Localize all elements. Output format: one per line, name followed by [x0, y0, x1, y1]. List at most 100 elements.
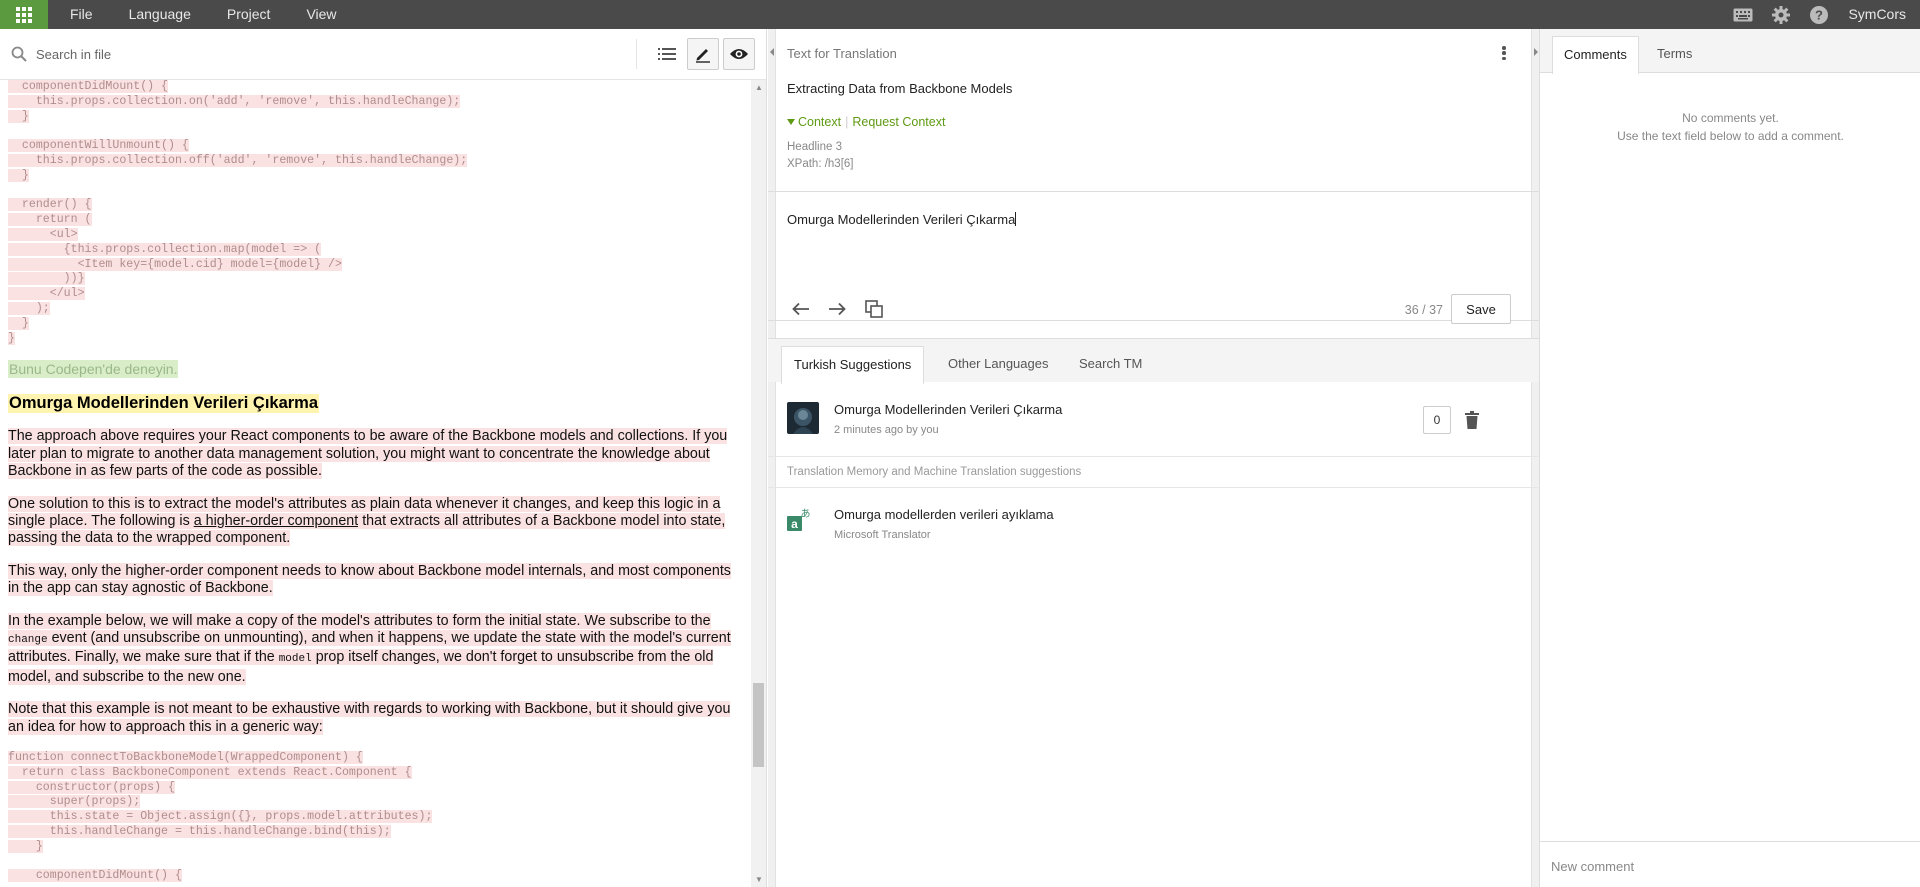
translation-text[interactable]: Omurga Modellerinden Verileri Çıkarma — [787, 212, 1017, 227]
mt-suggestion-text: Omurga modellerden verileri ayıklama — [834, 507, 1054, 522]
mt-suggestion-item[interactable]: あa Omurga modellerden verileri ayıklama … — [768, 488, 1539, 558]
code-line: function connectToBackboneModel(WrappedC… — [8, 751, 363, 765]
code-line: render() { — [8, 198, 92, 212]
toolbar-divider — [636, 39, 637, 69]
code-line: } — [8, 109, 29, 123]
suggestion-author: 2 minutes ago by you — [834, 424, 939, 436]
translation-panel: Text for Translation Extracting Data fro… — [768, 29, 1539, 887]
help-button[interactable]: ? — [1800, 0, 1838, 29]
try-codepen-link[interactable]: Bunu Codepen'de deneyin. — [8, 360, 179, 379]
copy-icon — [865, 300, 883, 318]
tab-search-tm[interactable]: Search TM — [1067, 346, 1154, 384]
code-line: } — [8, 316, 29, 330]
code-text[interactable]: componentDidMount() { this.props.collect… — [8, 80, 744, 346]
more-options-button[interactable] — [1499, 44, 1509, 62]
context-xpath: XPath: /h3[6] — [787, 158, 854, 170]
code-line: {this.props.collection.map(model => ( — [8, 242, 322, 256]
save-button[interactable]: Save — [1451, 294, 1511, 324]
code-line: this.handleChange = this.handleChange.bi… — [8, 825, 391, 839]
eye-icon — [730, 49, 748, 59]
code-text[interactable]: function connectToBackboneModel(WrappedC… — [8, 751, 744, 884]
code-line: constructor(props) { — [8, 780, 175, 794]
list-icon — [658, 48, 676, 60]
trash-icon[interactable] — [1465, 411, 1479, 429]
code-line: </ul> — [8, 287, 85, 301]
segment-paragraph[interactable]: In the example below, we will make a cop… — [8, 612, 744, 687]
text-cursor — [1015, 212, 1017, 226]
file-search-bar — [0, 29, 767, 80]
segment-paragraph[interactable]: One solution to this is to extract the m… — [8, 495, 744, 548]
kebab-dot-icon — [1502, 56, 1506, 60]
apps-grid-button[interactable] — [0, 0, 48, 29]
help-icon: ? — [1810, 5, 1829, 24]
separator: | — [845, 115, 849, 129]
segment-heading[interactable]: Omurga Modellerinden Verileri Çıkarma — [8, 394, 320, 414]
main-menu: File Language Project View — [48, 0, 349, 29]
code-line: ); — [8, 301, 50, 315]
request-context-link[interactable]: Request Context — [852, 115, 945, 129]
tab-turkish-suggestions[interactable]: Turkish Suggestions — [781, 346, 925, 384]
document-scrollbar[interactable]: ▲ ▼ — [751, 80, 766, 887]
menu-view[interactable]: View — [282, 0, 348, 29]
preview-mode-button[interactable] — [723, 38, 755, 70]
code-block: componentDidMount() { this.props.collect… — [8, 80, 744, 346]
user-name[interactable]: SymCors — [1838, 0, 1920, 29]
top-bar: File Language Project View ? SymCors — [0, 0, 1920, 29]
tab-comments[interactable]: Comments — [1552, 36, 1639, 74]
new-comment-input[interactable] — [1551, 856, 1901, 876]
vote-count[interactable]: 0 — [1423, 406, 1451, 434]
comments-tabs: Comments Terms — [1540, 29, 1920, 74]
list-view-button[interactable] — [651, 38, 683, 70]
top-right-tools: ? SymCors — [1724, 0, 1920, 29]
svg-text:a: a — [791, 517, 798, 531]
code-block: function connectToBackboneModel(WrappedC… — [8, 751, 744, 884]
code-line: return ( — [8, 213, 92, 227]
mt-provider: Microsoft Translator — [834, 529, 931, 541]
caret-down-icon — [787, 119, 795, 125]
apps-grid-icon — [16, 6, 32, 23]
scroll-up-arrow-icon[interactable]: ▲ — [755, 83, 763, 92]
higher-order-component-link[interactable]: a higher-order component — [194, 513, 359, 529]
translation-nav: 36 / 37 Save — [768, 293, 1539, 337]
tab-terms[interactable]: Terms — [1646, 36, 1703, 74]
search-in-file-input[interactable] — [36, 43, 616, 65]
suggestion-text: Omurga Modellerinden Verileri Çıkarma — [834, 402, 1063, 417]
comments-panel: Comments Terms No comments yet. Use the … — [1539, 29, 1920, 887]
suggestion-tabs: Turkish Suggestions Other Languages Sear… — [768, 338, 1539, 384]
view-tools — [636, 38, 755, 70]
edit-mode-button[interactable] — [687, 38, 719, 70]
code-line: this.props.collection.off('add', 'remove… — [8, 153, 468, 167]
next-string-button[interactable] — [824, 296, 850, 322]
context-row: Context | Request Context — [787, 115, 945, 129]
avatar — [787, 402, 819, 434]
context-type: Headline 3 — [787, 141, 842, 153]
segment-paragraph[interactable]: Note that this example is not meant to b… — [8, 701, 744, 736]
gear-icon — [1772, 5, 1791, 24]
suggestion-item[interactable]: Omurga Modellerinden Verileri Çıkarma 2 … — [768, 382, 1539, 456]
copy-source-button[interactable] — [861, 296, 887, 322]
string-counter: 36 / 37 — [1404, 303, 1443, 317]
settings-button[interactable] — [1762, 0, 1800, 29]
code-line: componentDidMount() { — [8, 80, 169, 93]
menu-file[interactable]: File — [48, 0, 105, 29]
context-toggle[interactable]: Context — [787, 115, 841, 129]
keyboard-shortcuts-button[interactable] — [1724, 0, 1762, 29]
menu-project[interactable]: Project — [203, 0, 283, 29]
segment-paragraph[interactable]: This way, only the higher-order componen… — [8, 562, 744, 598]
code-line: componentWillUnmount() { — [8, 139, 189, 153]
previous-string-button[interactable] — [788, 296, 814, 322]
tab-other-languages[interactable]: Other Languages — [936, 346, 1060, 384]
segment-paragraph[interactable]: The approach above requires your React c… — [8, 428, 744, 480]
menu-language[interactable]: Language — [105, 0, 203, 29]
scrollbar-thumb[interactable] — [753, 683, 764, 767]
code-line: componentDidMount() { — [8, 869, 182, 883]
code-line: super(props); — [8, 795, 141, 809]
scroll-down-arrow-icon[interactable]: ▼ — [755, 875, 763, 884]
svg-text:?: ? — [1815, 7, 1823, 22]
code-line: <Item key={model.cid} model={model} /> — [8, 257, 342, 271]
panel-title: Text for Translation — [787, 46, 897, 61]
empty-comments-message: No comments yet. Use the text field belo… — [1617, 111, 1844, 143]
code-line: } — [8, 168, 29, 182]
document-panel: componentDidMount() { this.props.collect… — [0, 29, 767, 887]
code-line: } — [8, 331, 15, 345]
